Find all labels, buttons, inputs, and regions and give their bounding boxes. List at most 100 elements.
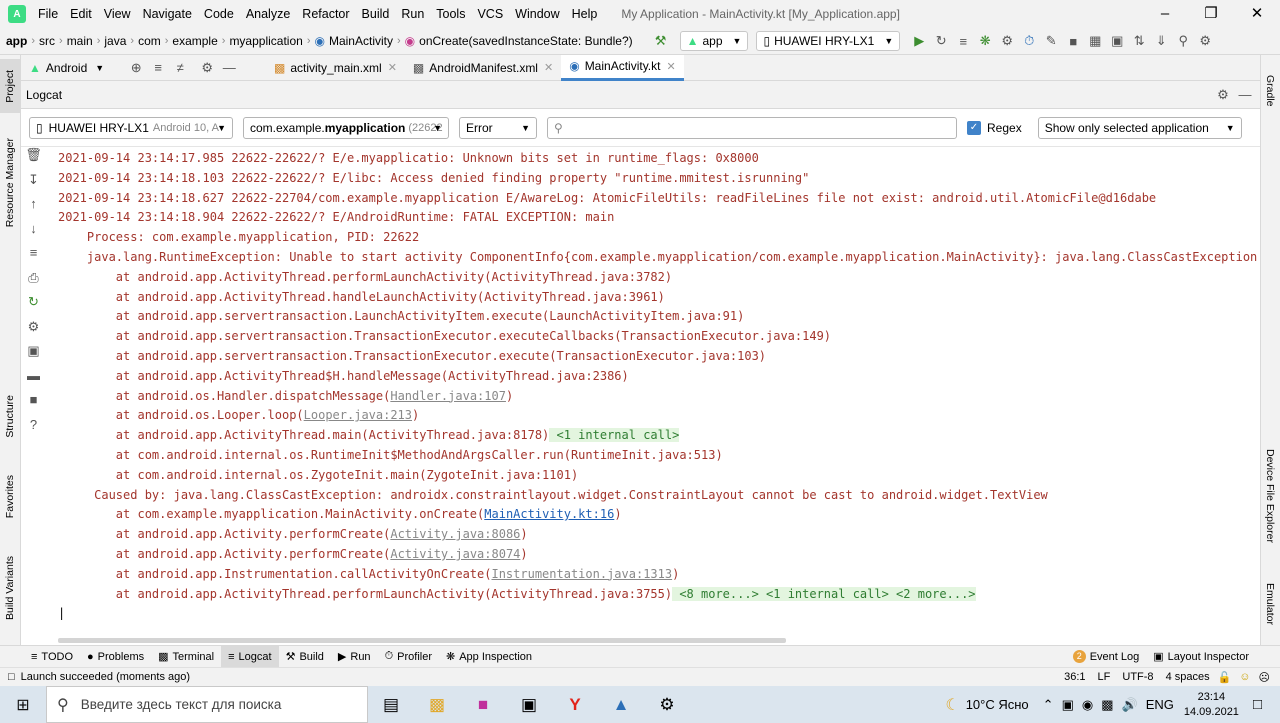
source-link[interactable]: Looper.java:213 bbox=[304, 408, 412, 422]
source-link[interactable]: Instrumentation.java:1313 bbox=[491, 567, 672, 581]
clock[interactable]: 23:14 14.09.2021 bbox=[1184, 690, 1239, 720]
meet-now-icon[interactable]: ▣ bbox=[1062, 697, 1074, 713]
source-link[interactable]: Activity.java:8086 bbox=[390, 527, 520, 541]
settings-icon[interactable]: ⚙ bbox=[644, 686, 690, 723]
jetbrains-icon[interactable]: ■ bbox=[460, 686, 506, 723]
stop-icon[interactable]: ■ bbox=[1063, 34, 1083, 49]
file-explorer-icon[interactable]: ▩ bbox=[414, 686, 460, 723]
horizontal-scrollbar[interactable] bbox=[58, 638, 786, 643]
run-config-select[interactable]: ▲ app ▼ bbox=[679, 31, 749, 51]
source-link[interactable]: Handler.java:107 bbox=[390, 389, 506, 403]
menu-build[interactable]: Build bbox=[362, 7, 390, 21]
device-select[interactable]: ▯ HUAWEI HRY-LX1 Android 10, A ▼ bbox=[29, 116, 233, 139]
weather-text[interactable]: 10°C Ясно bbox=[966, 697, 1029, 712]
breadcrumb-example[interactable]: example bbox=[172, 34, 217, 48]
folded-frames[interactable]: <1 internal call> bbox=[549, 428, 680, 443]
tab-run[interactable]: ▶ Run bbox=[331, 646, 378, 668]
notifications-icon[interactable]: ☹ bbox=[1259, 671, 1270, 684]
network-icon[interactable]: ▩ bbox=[1101, 697, 1113, 713]
breadcrumb-oncreate[interactable]: onCreate(savedInstanceState: Bundle?) bbox=[419, 34, 632, 48]
favorites-tool-tab[interactable]: Favorites bbox=[0, 465, 20, 529]
menu-edit[interactable]: Edit bbox=[70, 7, 92, 21]
caret-position[interactable]: 36:1 bbox=[1064, 671, 1085, 683]
smiley-icon[interactable]: ☺ bbox=[1239, 671, 1250, 683]
task-view-icon[interactable]: ▤ bbox=[368, 686, 414, 723]
menu-code[interactable]: Code bbox=[204, 7, 234, 21]
close-tab-icon[interactable]: ✕ bbox=[388, 61, 397, 74]
collapse-all-icon[interactable]: ≠ bbox=[170, 60, 190, 75]
trash-icon[interactable]: 🗑 bbox=[21, 147, 46, 172]
tab-mainactivity-kt[interactable]: ◉ MainActivity.kt ✕ bbox=[561, 54, 684, 81]
file-encoding[interactable]: UTF-8 bbox=[1122, 671, 1153, 683]
gradle-tool-tab[interactable]: Gradle bbox=[1260, 61, 1280, 121]
down-arrow-icon[interactable]: ↓ bbox=[21, 221, 46, 246]
sync-icon[interactable]: ⇅ bbox=[1129, 33, 1149, 49]
status-message[interactable]: Launch succeeded (moments ago) bbox=[21, 671, 190, 683]
folded-frames[interactable]: <8 more...> <1 internal call> <2 more...… bbox=[672, 586, 976, 601]
resource-manager-tool-tab[interactable]: Resource Manager bbox=[0, 133, 20, 233]
event-log-button[interactable]: 2 Event Log bbox=[1066, 646, 1147, 668]
device-file-explorer-tool-tab[interactable]: Device File Explorer bbox=[1260, 441, 1280, 551]
volume-icon[interactable]: 🔊 bbox=[1122, 697, 1138, 713]
layout-icon[interactable]: ▣ bbox=[1107, 33, 1127, 49]
process-select[interactable]: com.example. myapplication (22622 ▼ bbox=[243, 116, 449, 139]
language-indicator[interactable]: ENG bbox=[1146, 697, 1174, 712]
breadcrumb-myapplication[interactable]: myapplication bbox=[229, 34, 302, 48]
structure-tool-tab[interactable]: Structure bbox=[0, 385, 20, 447]
line-separator[interactable]: LF bbox=[1098, 671, 1111, 683]
project-view-select[interactable]: Android bbox=[46, 61, 87, 75]
print-icon[interactable]: ⎙ bbox=[21, 270, 46, 295]
tab-logcat[interactable]: ≡ Logcat bbox=[221, 645, 279, 668]
source-link[interactable]: Activity.java:8074 bbox=[390, 547, 520, 561]
breadcrumb-main[interactable]: main bbox=[67, 34, 93, 48]
stop-icon[interactable]: ■ bbox=[21, 392, 46, 417]
indent-setting[interactable]: 4 spaces bbox=[1166, 671, 1210, 683]
gear-icon[interactable]: ⚙ bbox=[1213, 87, 1233, 103]
menu-run[interactable]: Run bbox=[401, 7, 424, 21]
restore-icon[interactable]: ❐ bbox=[1188, 0, 1234, 28]
dropdown-arrow-icon[interactable]: ▼ bbox=[95, 63, 104, 73]
windows-start-icon[interactable]: ⊞ bbox=[0, 686, 46, 723]
menu-refactor[interactable]: Refactor bbox=[302, 7, 349, 21]
image-viewer-icon[interactable]: ▣ bbox=[506, 686, 552, 723]
screen-record-icon[interactable]: ▬ bbox=[21, 368, 46, 393]
tab-problems[interactable]: ● Problems bbox=[80, 646, 151, 668]
minimize-icon[interactable]: – bbox=[1142, 0, 1188, 28]
locate-icon[interactable]: ⊕ bbox=[126, 60, 146, 76]
apply-changes-icon[interactable]: ≡ bbox=[953, 34, 973, 49]
menu-view[interactable]: View bbox=[104, 7, 131, 21]
close-icon[interactable]: ✕ bbox=[1234, 0, 1280, 28]
expand-all-icon[interactable]: ≡ bbox=[148, 60, 168, 75]
sdk-manager-icon[interactable]: ⇓ bbox=[1151, 33, 1171, 49]
search-icon[interactable]: ⚲ bbox=[1173, 33, 1193, 49]
breadcrumb-com[interactable]: com bbox=[138, 34, 161, 48]
menu-tools[interactable]: Tools bbox=[436, 7, 465, 21]
settings-icon[interactable]: ⚙ bbox=[1195, 33, 1215, 49]
hide-panel-icon[interactable]: — bbox=[1235, 87, 1255, 102]
chevron-up-icon[interactable]: ⌃ bbox=[1043, 697, 1054, 713]
hammer-icon[interactable]: ⚒ bbox=[651, 33, 671, 49]
lock-icon[interactable]: 🔓 bbox=[1218, 671, 1232, 684]
breadcrumb-src[interactable]: src bbox=[39, 34, 55, 48]
menu-file[interactable]: File bbox=[38, 7, 58, 21]
tab-profiler[interactable]: ⏱ Profiler bbox=[378, 646, 439, 668]
project-tool-tab[interactable]: Project bbox=[0, 59, 20, 113]
logcat-search-input[interactable]: ⚲ bbox=[547, 116, 957, 139]
regex-checkbox[interactable]: ✓ Regex bbox=[967, 120, 1022, 135]
tab-todo[interactable]: ≡ TODO bbox=[24, 646, 80, 668]
tab-app-inspection[interactable]: ❋ App Inspection bbox=[439, 646, 539, 668]
profile-icon[interactable]: ⏱ bbox=[1019, 33, 1039, 49]
menu-vcs[interactable]: VCS bbox=[477, 7, 503, 21]
rerun-icon[interactable]: ↻ bbox=[931, 33, 951, 49]
log-level-select[interactable]: Error ▼ bbox=[459, 116, 537, 139]
menu-window[interactable]: Window bbox=[515, 7, 559, 21]
breadcrumb-java[interactable]: java bbox=[104, 34, 126, 48]
screenshot-icon[interactable]: ▣ bbox=[21, 343, 46, 368]
android-studio-icon[interactable]: ▲ bbox=[598, 686, 644, 723]
close-tab-icon[interactable]: ✕ bbox=[544, 61, 553, 74]
tab-activity-main-xml[interactable]: ▩ activity_main.xml ✕ bbox=[266, 55, 405, 81]
debug-icon[interactable]: ❋ bbox=[975, 33, 995, 49]
emulator-tool-tab[interactable]: Emulator bbox=[1260, 573, 1280, 635]
menu-help[interactable]: Help bbox=[572, 7, 598, 21]
log-output[interactable]: 2021-09-14 23:14:17.985 22622-22622/? E/… bbox=[46, 147, 1260, 645]
